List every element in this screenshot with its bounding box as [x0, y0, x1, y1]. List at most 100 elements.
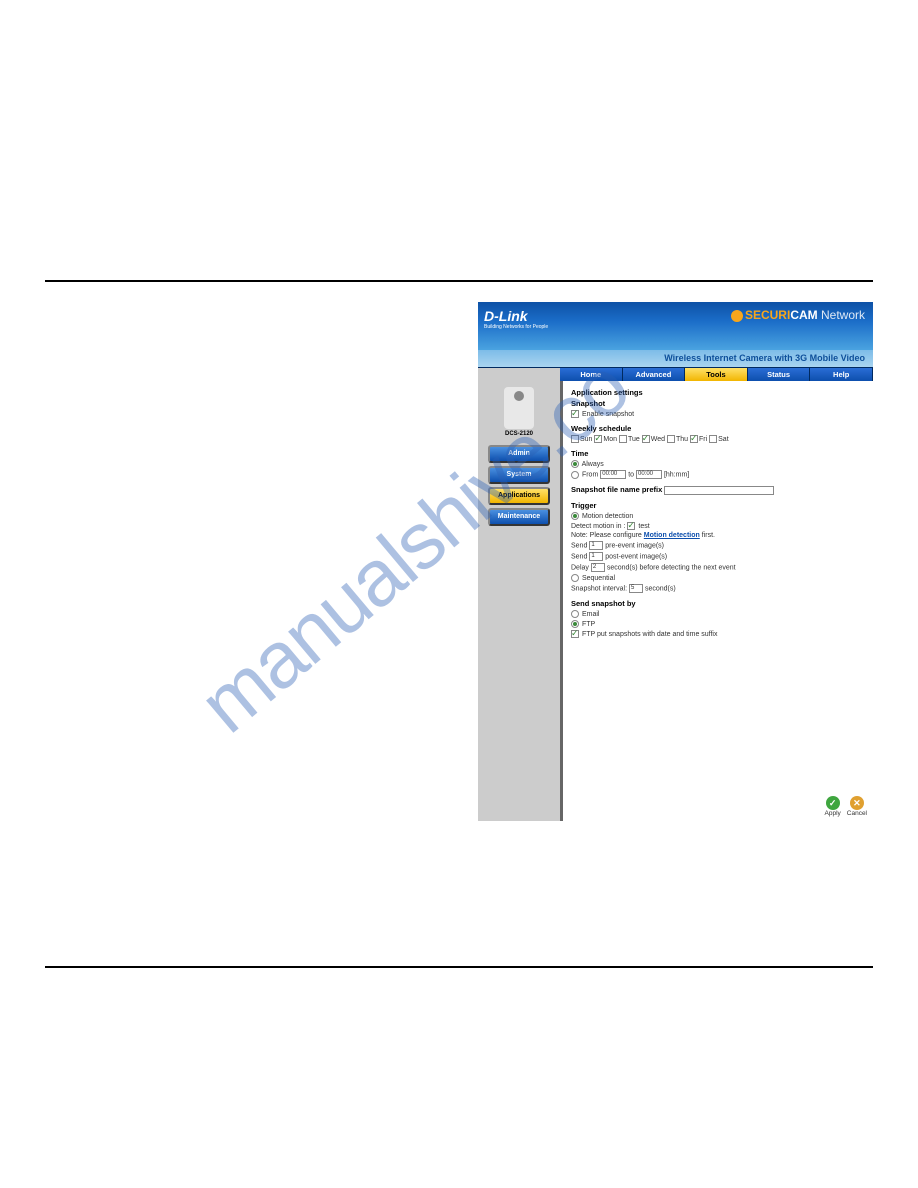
weekly-days: Sun Mon Tue Wed Thu Fri Sat: [571, 435, 865, 443]
cancel-label: Cancel: [847, 810, 867, 817]
prefix-input[interactable]: [664, 486, 774, 495]
send-section: Send snapshot by Email FTP FTP put snaps…: [571, 599, 865, 638]
day-fri-label: Fri: [699, 436, 707, 443]
subtitle-bar: Wireless Internet Camera with 3G Mobile …: [478, 350, 873, 367]
delay-label1: Delay: [571, 564, 589, 571]
send-post-input[interactable]: 1: [589, 552, 603, 561]
cancel-button[interactable]: ✕ Cancel: [847, 796, 867, 817]
cancel-icon: ✕: [850, 796, 864, 810]
check-icon: ✓: [826, 796, 840, 810]
send-ftp-label: FTP: [582, 621, 595, 628]
page-container: manualshive.co D-Link Building Networks …: [0, 0, 918, 1188]
content-title: Application settings: [571, 388, 643, 397]
snapshot-section: Snapshot Enable snapshot: [571, 399, 865, 418]
delay-label2: second(s) before detecting the next even…: [607, 564, 736, 571]
day-sat-label: Sat: [718, 436, 729, 443]
header-right: SECURICAM Network: [731, 308, 865, 322]
send-heading: Send snapshot by: [571, 599, 636, 608]
action-row: ✓ Apply ✕ Cancel: [825, 796, 868, 817]
sidebar-btn-system[interactable]: System: [488, 466, 550, 484]
prefix-section: Snapshot file name prefix: [571, 485, 865, 495]
send-pre-label1: Send: [571, 542, 587, 549]
trigger-section: Trigger Motion detection Detect motion i…: [571, 501, 865, 593]
detect-label: Detect motion in :: [571, 523, 625, 530]
day-thu-checkbox[interactable]: [667, 435, 675, 443]
time-heading: Time: [571, 449, 588, 458]
tab-tools[interactable]: Tools: [685, 368, 748, 381]
weekly-section: Weekly schedule Sun Mon Tue Wed Thu Fri …: [571, 424, 865, 443]
trigger-sequential-label: Sequential: [582, 575, 615, 582]
tab-advanced[interactable]: Advanced: [623, 368, 686, 381]
delay-input[interactable]: 2: [591, 563, 605, 572]
day-tue-checkbox[interactable]: [619, 435, 627, 443]
trigger-heading: Trigger: [571, 501, 596, 510]
header-bar: D-Link Building Networks for People SECU…: [478, 302, 873, 350]
note-suffix: first.: [702, 532, 715, 539]
apply-label: Apply: [825, 810, 841, 817]
brand-suffix: Network: [821, 308, 865, 322]
send-email-label: Email: [582, 611, 600, 618]
day-tue-label: Tue: [628, 436, 640, 443]
day-wed-label: Wed: [651, 436, 665, 443]
detect-test-checkbox[interactable]: [627, 522, 635, 530]
model-label: DCS-2120: [478, 431, 560, 437]
trigger-motion-radio[interactable]: [571, 512, 579, 520]
sidebar-btn-applications[interactable]: Applications: [488, 487, 550, 505]
apply-button[interactable]: ✓ Apply: [825, 796, 841, 817]
seq-interval-label2: second(s): [645, 585, 676, 592]
tab-status[interactable]: Status: [748, 368, 811, 381]
horizontal-rule-top: [45, 280, 873, 282]
time-from-label: From: [582, 471, 598, 478]
tab-home[interactable]: Home: [560, 368, 623, 381]
sidebar: DCS-2120 Admin System Applications Maint…: [478, 381, 560, 821]
send-email-radio[interactable]: [571, 610, 579, 618]
content-panel: Application settings Snapshot Enable sna…: [563, 381, 873, 821]
send-pre-label2: pre-event image(s): [605, 542, 664, 549]
trigger-sequential-radio[interactable]: [571, 574, 579, 582]
time-always-radio[interactable]: [571, 460, 579, 468]
body-row: DCS-2120 Admin System Applications Maint…: [478, 381, 873, 821]
seq-interval-input[interactable]: 5: [629, 584, 643, 593]
weekly-heading: Weekly schedule: [571, 424, 631, 433]
logo-block: D-Link Building Networks for People: [484, 308, 548, 330]
day-sat-checkbox[interactable]: [709, 435, 717, 443]
send-post-label2: post-event image(s): [605, 553, 667, 560]
send-ftp-radio[interactable]: [571, 620, 579, 628]
day-sun-label: Sun: [580, 436, 592, 443]
prefix-label: Snapshot file name prefix: [571, 485, 662, 494]
ftp-suffix-checkbox[interactable]: [571, 630, 579, 638]
time-section: Time Always From 00:00 to 00:00 [hh:mm]: [571, 449, 865, 479]
trigger-motion-label: Motion detection: [582, 513, 633, 520]
time-to-label: to: [628, 471, 634, 478]
brand-prefix: SECURI: [745, 308, 790, 322]
nav-spacer: [478, 368, 560, 381]
seq-interval-label1: Snapshot interval:: [571, 585, 627, 592]
time-always-label: Always: [582, 461, 604, 468]
logo-subtext: Building Networks for People: [484, 324, 548, 330]
nav-row: Home Advanced Tools Status Help: [478, 367, 873, 381]
day-mon-label: Mon: [603, 436, 617, 443]
detect-test-label: test: [638, 523, 649, 530]
day-mon-checkbox[interactable]: [594, 435, 602, 443]
send-pre-input[interactable]: 1: [589, 541, 603, 550]
day-sun-checkbox[interactable]: [571, 435, 579, 443]
horizontal-rule-bottom: [45, 966, 873, 968]
send-post-label1: Send: [571, 553, 587, 560]
motion-detection-link[interactable]: Motion detection: [644, 532, 700, 539]
sidebar-btn-admin[interactable]: Admin: [488, 445, 550, 463]
brand-line: SECURICAM Network: [731, 308, 865, 322]
time-from-radio[interactable]: [571, 471, 579, 479]
time-hint: [hh:mm]: [664, 471, 689, 478]
tab-help[interactable]: Help: [810, 368, 873, 381]
app-window: D-Link Building Networks for People SECU…: [478, 302, 873, 821]
brand-accent: CAM: [790, 308, 817, 322]
day-fri-checkbox[interactable]: [690, 435, 698, 443]
time-from-input[interactable]: 00:00: [600, 470, 626, 479]
snapshot-heading: Snapshot: [571, 399, 605, 408]
day-thu-label: Thu: [676, 436, 688, 443]
camera-icon: [504, 387, 534, 429]
time-to-input[interactable]: 00:00: [636, 470, 662, 479]
enable-snapshot-checkbox[interactable]: [571, 410, 579, 418]
day-wed-checkbox[interactable]: [642, 435, 650, 443]
sidebar-btn-maintenance[interactable]: Maintenance: [488, 508, 550, 526]
